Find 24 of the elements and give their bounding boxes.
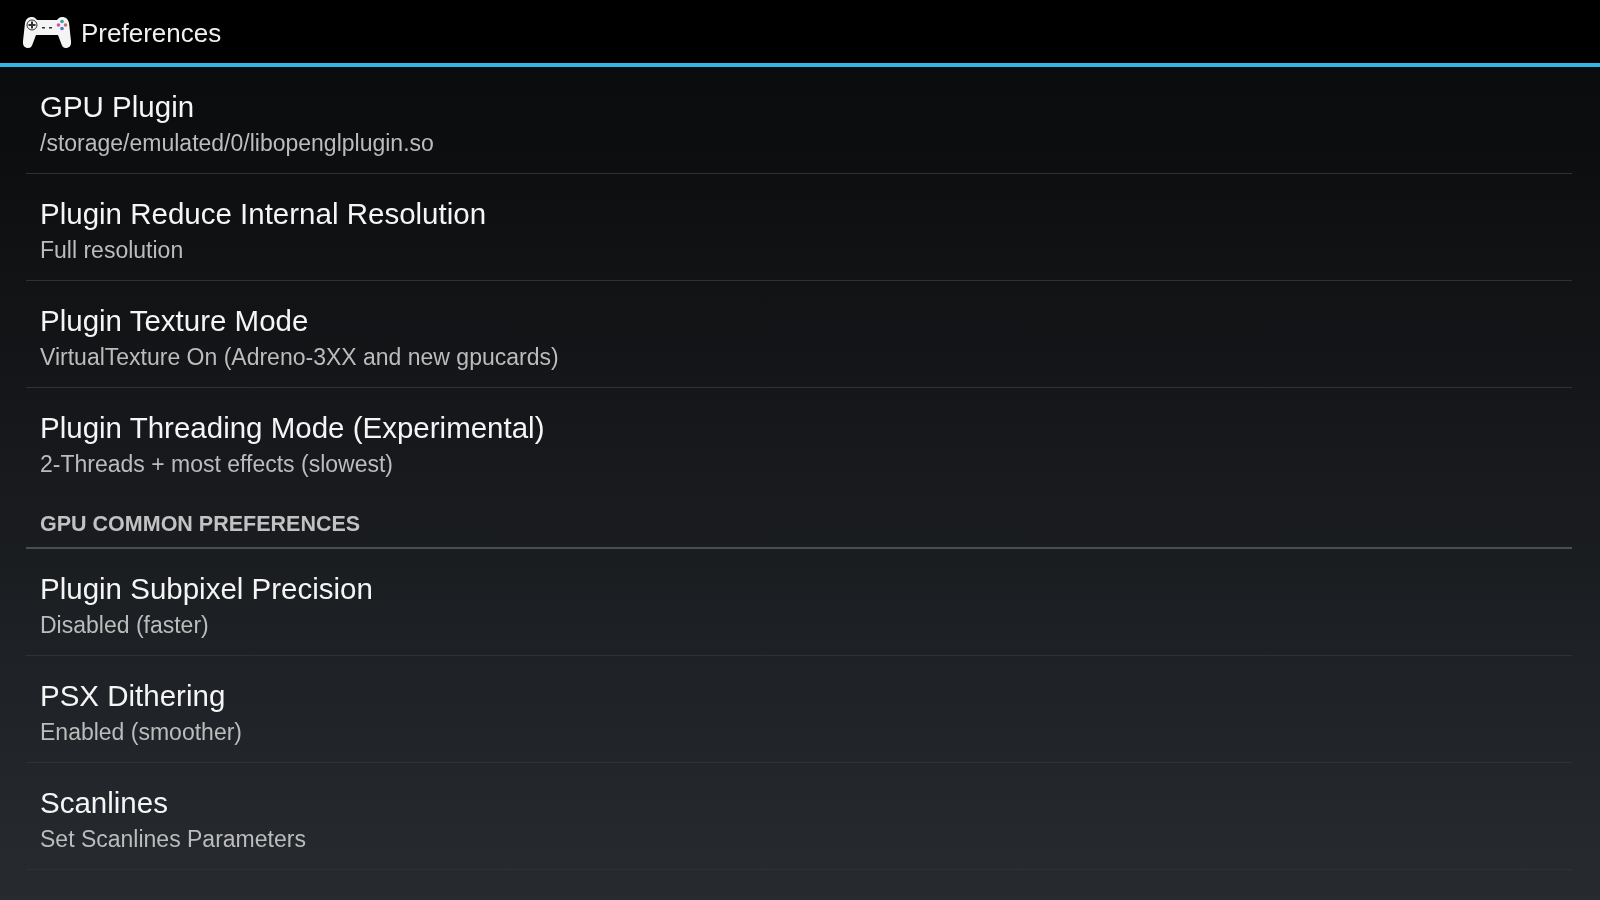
preference-item[interactable]: Plugin Texture Mode VirtualTexture On (Adreno-3XX and new gpucards) [26, 281, 1572, 388]
preference-title: GPU Plugin [40, 89, 195, 125]
gamepad-icon [22, 14, 72, 49]
preference-title: Plugin Reduce Internal Resolution [40, 196, 487, 232]
preference-title: PSX Dithering [40, 678, 226, 714]
preference-item[interactable]: Plugin Reduce Internal Resolution Full resolution [26, 174, 1572, 281]
preference-summary: Enabled (smoother) [40, 718, 242, 747]
preference-item[interactable]: Plugin Subpixel Precision Disabled (faster) [26, 549, 1572, 656]
preference-summary: /storage/emulated/0/libopenglplugin.so [40, 129, 434, 158]
preference-summary: VirtualTexture On (Adreno-3XX and new gpucards) [40, 343, 559, 372]
preference-item[interactable]: GPU Plugin /storage/emulated/0/libopenglplugin.so [26, 67, 1572, 174]
preference-item[interactable]: PSX Dithering Enabled (smoother) [26, 656, 1572, 763]
preference-title: Plugin Subpixel Precision [40, 571, 373, 607]
preference-summary: Disabled (faster) [40, 611, 209, 640]
section-header-text: GPU COMMON PREFERENCES [40, 511, 361, 537]
preference-title: Scanlines [40, 785, 168, 821]
preference-item[interactable]: Plugin Threading Mode (Experimental) 2-Threads + most effects (slowest) [26, 388, 1572, 495]
preference-item[interactable]: Scanlines Set Scanlines Parameters [26, 763, 1572, 870]
preference-title: Plugin Texture Mode [40, 303, 309, 339]
preference-summary: Set Scanlines Parameters [40, 825, 306, 854]
preference-summary: 2-Threads + most effects (slowest) [40, 450, 393, 479]
app-title: Preferences [81, 16, 222, 49]
preference-summary: Full resolution [40, 236, 184, 265]
preference-title: Plugin Threading Mode (Experimental) [40, 410, 545, 446]
